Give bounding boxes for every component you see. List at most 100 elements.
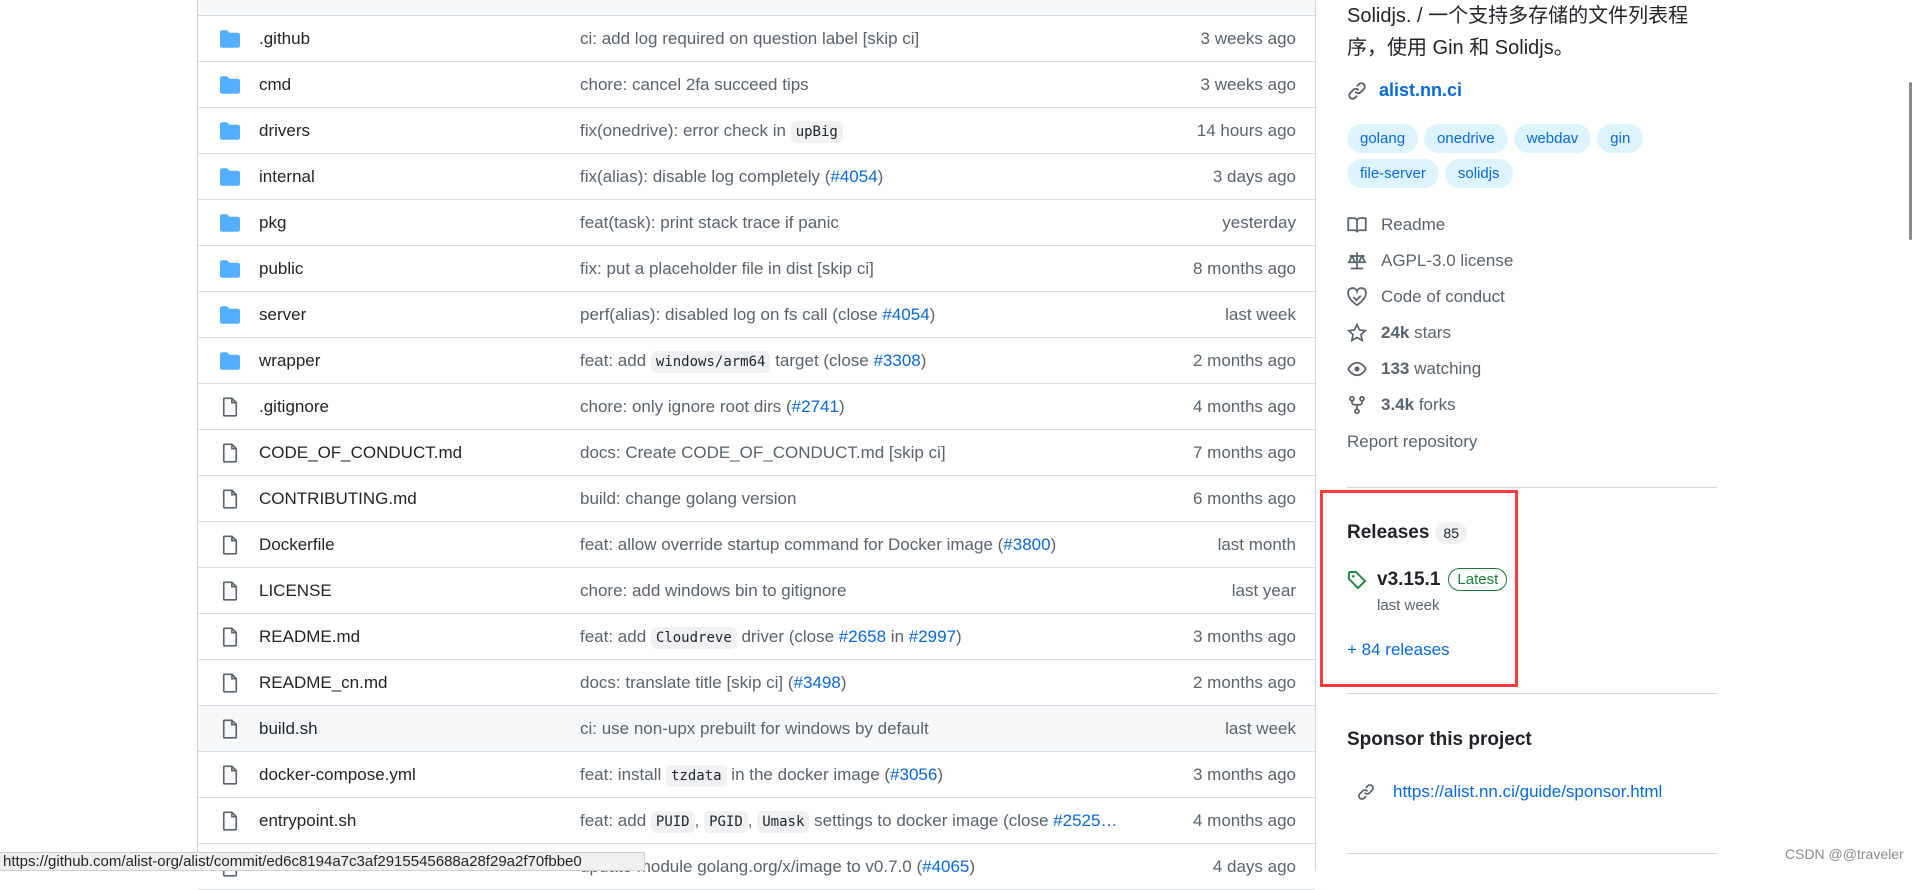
file-row[interactable]: drivers fix(onedrive): error check in upB… xyxy=(198,108,1315,154)
commit-message[interactable]: fix(alias): disable log completely (#405… xyxy=(580,167,883,187)
commit-message[interactable]: feat: add PUID, PGID, Umask settings to … xyxy=(580,810,1117,833)
watchers-link[interactable]: 133 watching xyxy=(1347,359,1481,379)
commit-message[interactable]: fix(onedrive): error check in upBig xyxy=(580,120,843,143)
commit-date: 3 days ago xyxy=(1212,166,1296,186)
topic-webdav[interactable]: webdav xyxy=(1513,124,1592,153)
commit-message[interactable]: chore: cancel 2fa succeed tips xyxy=(580,75,809,95)
issue-link[interactable]: #3498 xyxy=(794,673,841,692)
file-row[interactable]: CODE_OF_CONDUCT.md docs: Create CODE_OF_C… xyxy=(198,430,1315,476)
report-repository-link[interactable]: Report repository xyxy=(1347,432,1477,452)
file-name-link[interactable]: build.sh xyxy=(259,719,318,739)
file-name-link[interactable]: .gitignore xyxy=(259,397,329,417)
commit-message[interactable]: chore: add windows bin to gitignore xyxy=(580,581,847,601)
file-name-link[interactable]: cmd xyxy=(259,75,291,95)
code-of-conduct-link[interactable]: Code of conduct xyxy=(1347,287,1505,307)
commit-message[interactable]: build: change golang version xyxy=(580,489,796,509)
commit-message[interactable]: feat: add windows/arm64 target (close #3… xyxy=(580,350,926,373)
file-icon xyxy=(220,443,240,463)
file-name-link[interactable]: wrapper xyxy=(259,351,320,371)
commit-text: ci: add log required on question label [… xyxy=(580,28,920,48)
file-name-link[interactable]: README_cn.md xyxy=(259,673,387,693)
commit-date: last week xyxy=(1225,718,1296,738)
commit-message[interactable]: feat: allow override startup command for… xyxy=(580,535,1056,555)
commit-message[interactable]: feat: install tzdata in the docker image… xyxy=(580,764,943,787)
commit-message[interactable]: ci: add log required on question label [… xyxy=(580,29,919,49)
file-row[interactable]: .github ci: add log required on question … xyxy=(198,16,1315,62)
issue-link[interactable]: #4065 xyxy=(922,857,969,876)
file-name-link[interactable]: drivers xyxy=(259,121,310,141)
folder-icon xyxy=(220,29,240,49)
file-name-link[interactable]: pkg xyxy=(259,213,286,233)
file-row[interactable]: public fix: put a placeholder file in dis… xyxy=(198,246,1315,292)
star-icon xyxy=(1347,323,1367,343)
commit-text: ci: use non-upx prebuilt for windows by … xyxy=(580,718,929,738)
file-row[interactable]: cmd chore: cancel 2fa succeed tips 3 weeks… xyxy=(198,62,1315,108)
issue-link[interactable]: #2658 xyxy=(839,627,886,646)
file-row[interactable]: README.md feat: add Cloudreve driver (clo… xyxy=(198,614,1315,660)
file-row[interactable]: .gitignore chore: only ignore root dirs (… xyxy=(198,384,1315,430)
topic-solidjs[interactable]: solidjs xyxy=(1444,159,1513,188)
stars-link[interactable]: 24k stars xyxy=(1347,323,1451,343)
file-row[interactable]: CONTRIBUTING.md build: change golang vers… xyxy=(198,476,1315,522)
commit-message[interactable]: docs: translate title [skip ci] (#3498) xyxy=(580,673,846,693)
sponsor-link[interactable]: https://alist.nn.ci/guide/sponsor.html xyxy=(1357,782,1662,802)
commit-text: in the docker image ( xyxy=(726,764,891,784)
forks-text: 3.4k forks xyxy=(1381,395,1456,414)
file-row[interactable]: README_cn.md docs: translate title [skip … xyxy=(198,660,1315,706)
repo-description: Solidjs. / 一个支持多存储的文件列表程序，使用 Gin 和 Solid… xyxy=(1347,5,1689,59)
commit-message[interactable]: feat(task): print stack trace if panic xyxy=(580,213,839,233)
file-name-link[interactable]: Dockerfile xyxy=(259,535,335,555)
file-name-link[interactable]: entrypoint.sh xyxy=(259,811,356,831)
commit-message[interactable]: feat: add Cloudreve driver (close #2658 … xyxy=(580,626,962,649)
commit-message[interactable]: chore: only ignore root dirs (#2741) xyxy=(580,397,845,417)
file-row[interactable]: server perf(alias): disabled log on fs ca… xyxy=(198,292,1315,338)
file-row[interactable]: wrapper feat: add windows/arm64 target (c… xyxy=(198,338,1315,384)
file-name-link[interactable]: CODE_OF_CONDUCT.md xyxy=(259,443,462,463)
scrollbar-thumb[interactable] xyxy=(1909,82,1912,240)
file-name-link[interactable]: CONTRIBUTING.md xyxy=(259,489,417,509)
file-name-link[interactable]: README.md xyxy=(259,627,360,647)
forks-link[interactable]: 3.4k forks xyxy=(1347,395,1456,415)
topic-file-server[interactable]: file-server xyxy=(1347,159,1439,188)
file-name-link[interactable]: LICENSE xyxy=(259,581,332,601)
commit-message[interactable]: fix: put a placeholder file in dist [ski… xyxy=(580,259,874,279)
file-row[interactable]: build.sh ci: use non-upx prebuilt for win… xyxy=(198,706,1315,752)
issue-link[interactable]: #2525… xyxy=(1053,811,1117,830)
divider xyxy=(1347,693,1717,694)
license-link[interactable]: AGPL-3.0 license xyxy=(1347,251,1513,271)
issue-link[interactable]: #3056 xyxy=(890,765,937,784)
commit-message[interactable]: ci: use non-upx prebuilt for windows by … xyxy=(580,719,929,739)
issue-link[interactable]: #4054 xyxy=(882,305,929,324)
link-icon xyxy=(1358,784,1374,800)
homepage-link[interactable]: alist.nn.ci xyxy=(1347,80,1462,101)
commit-date: 3 weeks ago xyxy=(1200,28,1296,48)
commit-message[interactable]: perf(alias): disabled log on fs call (cl… xyxy=(580,305,935,325)
file-name-link[interactable]: docker-compose.yml xyxy=(259,765,416,785)
readme-link[interactable]: Readme xyxy=(1347,215,1445,235)
topic-gin[interactable]: gin xyxy=(1597,124,1644,153)
commit-message[interactable]: docs: Create CODE_OF_CONDUCT.md [skip ci… xyxy=(580,443,946,463)
commit-text: fix: put a placeholder file in dist [ski… xyxy=(580,258,874,278)
file-name-link[interactable]: server xyxy=(259,305,306,325)
issue-link[interactable]: #3308 xyxy=(873,351,920,370)
issue-link[interactable]: #2997 xyxy=(909,627,956,646)
topic-golang[interactable]: golang xyxy=(1347,124,1419,153)
file-row[interactable]: Dockerfile feat: allow override startup c… xyxy=(198,522,1315,568)
file-name-link[interactable]: internal xyxy=(259,167,315,187)
file-name-link[interactable]: public xyxy=(259,259,303,279)
file-row[interactable]: docker-compose.yml feat: install tzdata i… xyxy=(198,752,1315,798)
file-icon xyxy=(220,627,240,647)
issue-link[interactable]: #3800 xyxy=(1003,535,1050,554)
issue-link[interactable]: #4054 xyxy=(830,167,877,186)
file-icon xyxy=(220,397,240,417)
commit-date: 4 days ago xyxy=(1212,856,1296,876)
file-name-link[interactable]: .github xyxy=(259,29,310,49)
file-row[interactable]: LICENSE chore: add windows bin to gitigno… xyxy=(198,568,1315,614)
commit-text: , xyxy=(694,810,705,830)
file-row[interactable]: entrypoint.sh feat: add PUID, PGID, Umask… xyxy=(198,798,1315,844)
file-row[interactable]: pkg feat(task): print stack trace if pani… xyxy=(198,200,1315,246)
topic-onedrive[interactable]: onedrive xyxy=(1424,124,1508,153)
issue-link[interactable]: #2741 xyxy=(792,397,839,416)
file-list: .github ci: add log required on question … xyxy=(198,16,1315,890)
file-row[interactable]: internal fix(alias): disable log complete… xyxy=(198,154,1315,200)
